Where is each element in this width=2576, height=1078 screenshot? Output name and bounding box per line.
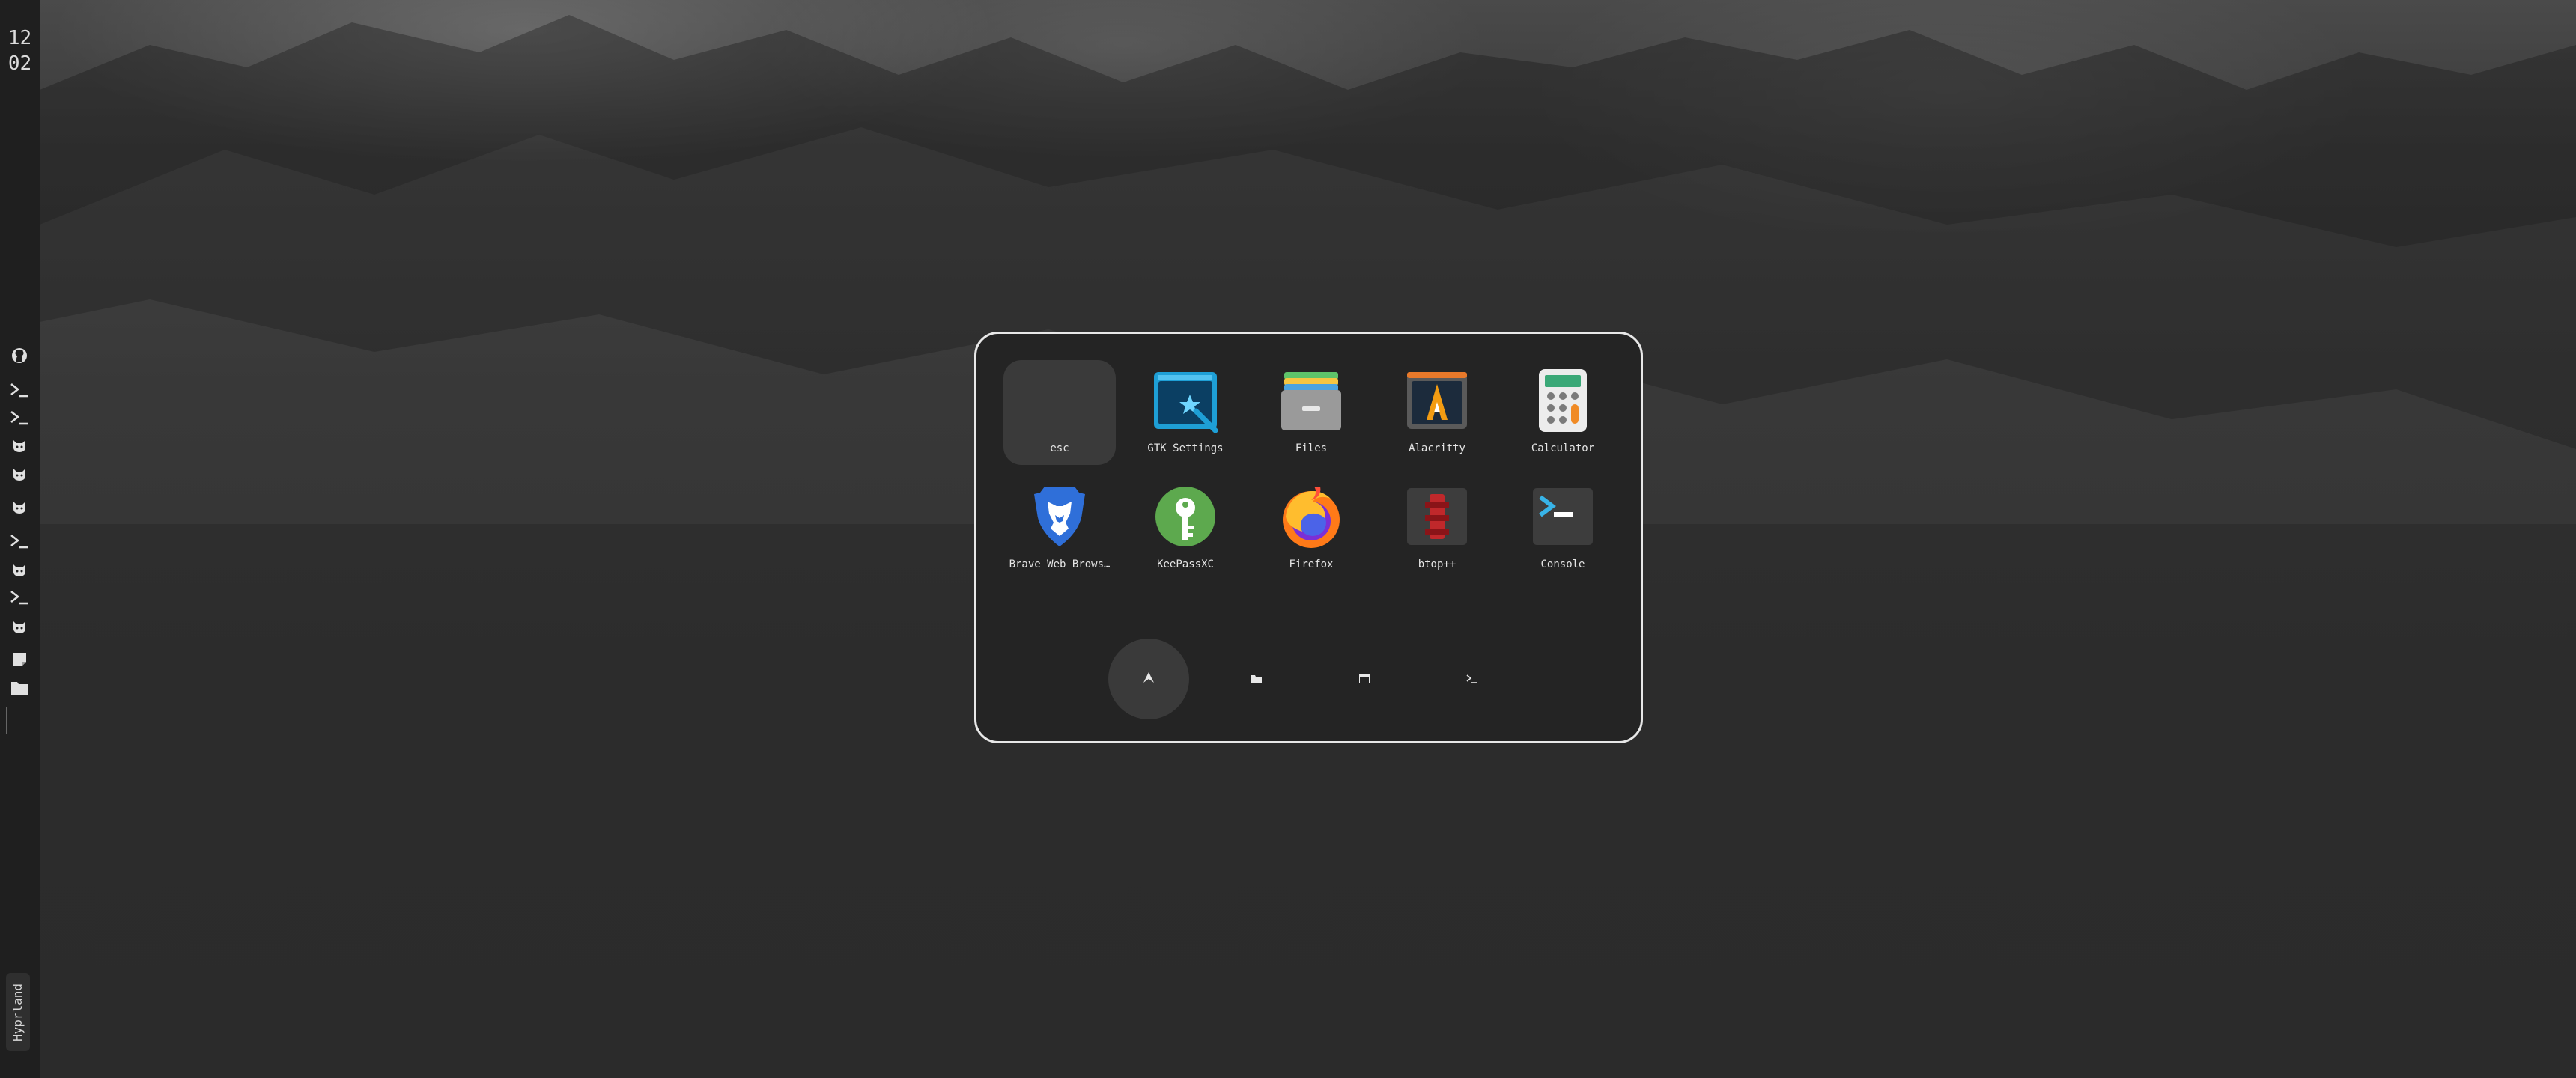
- workspace-indicator[interactable]: Hyprland: [6, 973, 30, 1051]
- app-launcher: esc GTK Settings Files Alacritty Calcula…: [974, 332, 1643, 743]
- github-icon[interactable]: [7, 344, 32, 367]
- window-icon: [1359, 672, 1370, 686]
- cat-icon[interactable]: [7, 558, 32, 581]
- app-label: Alacritty: [1409, 442, 1465, 454]
- blank-icon: [1025, 366, 1094, 435]
- app-label: Calculator: [1531, 442, 1595, 454]
- folder-icon[interactable]: [7, 677, 32, 699]
- cat-icon[interactable]: [7, 496, 32, 518]
- brave-icon: [1025, 482, 1094, 551]
- vertical-status-bar: 12 02 Hyprland: [0, 0, 40, 1078]
- clock-hour: 12: [7, 27, 32, 49]
- terminal-icon[interactable]: [7, 379, 32, 401]
- mode-files-button[interactable]: [1216, 639, 1297, 719]
- mode-windows-button[interactable]: [1324, 639, 1405, 719]
- app-gtk-settings[interactable]: GTK Settings: [1129, 360, 1242, 465]
- mode-apps-button[interactable]: [1108, 639, 1189, 719]
- alacritty-icon: [1403, 366, 1471, 435]
- app-brave[interactable]: Brave Web Brows…: [1003, 476, 1116, 581]
- workspace-label: Hyprland: [10, 983, 25, 1041]
- folder-icon: [1251, 672, 1262, 686]
- app-label: KeePassXC: [1157, 558, 1214, 570]
- app-label: Files: [1295, 442, 1328, 454]
- app-console[interactable]: Console: [1507, 476, 1619, 581]
- arch-icon: [1143, 672, 1155, 686]
- app-label: Console: [1540, 558, 1585, 570]
- calculator-icon: [1528, 366, 1597, 435]
- keepassxc-icon: [1151, 482, 1220, 551]
- btop-icon: [1403, 482, 1471, 551]
- app-firefox[interactable]: Firefox: [1255, 476, 1367, 581]
- app-label: esc: [1050, 442, 1069, 454]
- mode-run-button[interactable]: [1432, 639, 1513, 719]
- console-icon: [1528, 482, 1597, 551]
- cat-icon[interactable]: [7, 463, 32, 485]
- app-keepassxc[interactable]: KeePassXC: [1129, 476, 1242, 581]
- app-label: GTK Settings: [1147, 442, 1224, 454]
- app-files[interactable]: Files: [1255, 360, 1367, 465]
- app-btop[interactable]: btop++: [1381, 476, 1493, 581]
- terminal-icon[interactable]: [7, 406, 32, 429]
- clock-minute: 02: [7, 52, 32, 75]
- app-alacritty[interactable]: Alacritty: [1381, 360, 1493, 465]
- note-icon[interactable]: [7, 648, 32, 671]
- launcher-mode-switcher: [1108, 639, 1528, 719]
- terminal-icon[interactable]: [7, 586, 32, 609]
- files-icon: [1277, 366, 1346, 435]
- gtk-settings-icon: [1151, 366, 1220, 435]
- cat-icon[interactable]: [7, 434, 32, 457]
- bar-divider: [6, 707, 7, 734]
- terminal-icon: [1466, 672, 1478, 686]
- app-label: Brave Web Brows…: [1009, 558, 1111, 570]
- cat-icon[interactable]: [7, 615, 32, 638]
- firefox-icon: [1277, 482, 1346, 551]
- app-calculator[interactable]: Calculator: [1507, 360, 1619, 465]
- app-esc[interactable]: esc: [1003, 360, 1116, 465]
- terminal-icon[interactable]: [7, 530, 32, 552]
- app-label: Firefox: [1289, 558, 1334, 570]
- clock: 12 02: [0, 25, 40, 76]
- app-label: btop++: [1418, 558, 1456, 570]
